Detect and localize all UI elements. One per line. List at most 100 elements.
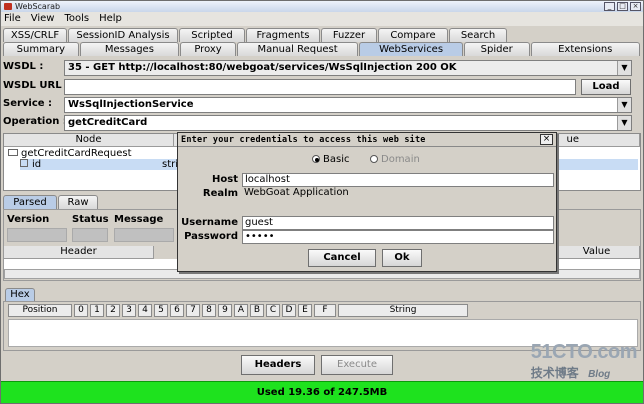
tree-row-request[interactable]: getCreditCardRequest xyxy=(8,148,132,159)
chevron-down-icon[interactable]: ▼ xyxy=(617,98,631,112)
service-select-value: WsSqlInjectionService xyxy=(68,99,194,110)
memory-status-bar: Used 19.36 of 247.5MB xyxy=(1,381,643,403)
tab-extensions[interactable]: Extensions xyxy=(530,42,640,56)
hex-col-2: 2 xyxy=(106,304,120,317)
tab-messages[interactable]: Messages xyxy=(79,42,180,56)
operation-select[interactable]: getCreditCard ▼ xyxy=(64,115,632,131)
message-label: Message xyxy=(114,214,164,225)
webscarab-window: WebScarab _ □ × File View Tools Help XSS… xyxy=(0,0,644,404)
close-icon[interactable]: × xyxy=(540,134,553,145)
credentials-dialog: Enter your credentials to access this we… xyxy=(177,132,557,272)
radio-selected-icon xyxy=(312,155,320,163)
hex-col-position: Position xyxy=(8,304,72,317)
tree-row-id-type: stri xyxy=(162,159,179,170)
minimize-button[interactable]: _ xyxy=(604,2,615,11)
execute-button[interactable]: Execute xyxy=(321,355,393,375)
tab-parsed[interactable]: Parsed xyxy=(3,195,57,209)
wsdl-url-input[interactable] xyxy=(64,79,576,95)
hex-col-f: F xyxy=(314,304,336,317)
tab-manual-request[interactable]: Manual Request xyxy=(236,42,359,56)
wsdl-url-label: WSDL URL : xyxy=(3,80,70,91)
tab-sessionid-analysis[interactable]: SessionID Analysis xyxy=(68,28,178,42)
app-icon xyxy=(4,3,12,10)
hex-col-c: C xyxy=(266,304,280,317)
tab-search[interactable]: Search xyxy=(449,28,507,42)
service-select[interactable]: WsSqlInjectionService ▼ xyxy=(64,97,632,113)
hex-col-e: E xyxy=(298,304,312,317)
version-field[interactable] xyxy=(7,228,67,242)
tab-proxy[interactable]: Proxy xyxy=(180,42,236,56)
tab-spider[interactable]: Spider xyxy=(463,42,530,56)
radio-domain[interactable]: Domain xyxy=(370,154,420,166)
menu-view[interactable]: View xyxy=(31,12,55,26)
hex-col-9: 9 xyxy=(218,304,232,317)
password-label: Password xyxy=(184,231,238,242)
chevron-down-icon[interactable]: ▼ xyxy=(617,116,631,130)
radio-basic-label: Basic xyxy=(323,154,350,165)
radio-unselected-icon xyxy=(370,155,378,163)
title-bar: WebScarab _ □ × xyxy=(1,1,643,12)
service-label: Service : xyxy=(3,98,53,109)
site-watermark: 51CTO.com 技术博客 Blog xyxy=(530,341,638,381)
menu-tools[interactable]: Tools xyxy=(64,12,89,26)
maximize-button[interactable]: □ xyxy=(617,2,628,11)
leaf-icon xyxy=(20,159,28,167)
window-title: WebScarab xyxy=(15,2,61,11)
hex-col-8: 8 xyxy=(202,304,216,317)
realm-label: Realm xyxy=(202,188,238,199)
hex-col-3: 3 xyxy=(122,304,136,317)
username-label: Username xyxy=(181,217,238,228)
hex-col-string: String xyxy=(338,304,468,317)
tab-fuzzer[interactable]: Fuzzer xyxy=(321,28,377,42)
status-field[interactable] xyxy=(72,228,108,242)
tab-hex[interactable]: Hex xyxy=(5,288,35,301)
response-subtabs: Parsed Raw xyxy=(3,195,99,209)
column-header-node[interactable]: Node xyxy=(4,134,174,147)
host-label: Host xyxy=(212,174,238,185)
hex-col-7: 7 xyxy=(186,304,200,317)
wsdl-label: WSDL : xyxy=(3,61,44,72)
hex-col-d: D xyxy=(282,304,296,317)
operation-label: Operation : xyxy=(3,116,67,127)
menu-file[interactable]: File xyxy=(4,12,21,26)
menu-help[interactable]: Help xyxy=(99,12,122,26)
tab-webservices[interactable]: WebServices xyxy=(359,42,463,56)
tab-fragments[interactable]: Fragments xyxy=(246,28,320,42)
tab-row-2: Summary Messages Proxy Manual Request We… xyxy=(3,42,641,56)
close-window-button[interactable]: × xyxy=(630,2,641,11)
version-label: Version xyxy=(7,214,50,225)
column-header-value-2[interactable]: Value xyxy=(554,246,640,259)
hex-col-1: 1 xyxy=(90,304,104,317)
cancel-button[interactable]: Cancel xyxy=(308,249,376,267)
watermark-blog: Blog xyxy=(588,369,611,380)
radio-domain-label: Domain xyxy=(381,154,420,165)
load-button[interactable]: Load xyxy=(581,79,631,95)
folder-icon xyxy=(8,149,18,156)
watermark-site: 51CTO.com xyxy=(530,341,638,363)
service-row: Service : WsSqlInjectionService ▼ xyxy=(1,96,643,114)
wsdl-select[interactable]: 35 - GET http://localhost:80/webgoat/ser… xyxy=(64,60,632,76)
password-field[interactable]: ••••• xyxy=(242,230,554,244)
wsdl-select-value: 35 - GET http://localhost:80/webgoat/ser… xyxy=(68,62,457,73)
ok-button[interactable]: Ok xyxy=(382,249,422,267)
watermark-sub: 技术博客 xyxy=(530,366,579,380)
dialog-title: Enter your credentials to access this we… xyxy=(178,133,556,147)
hex-col-6: 6 xyxy=(170,304,184,317)
hex-col-5: 5 xyxy=(154,304,168,317)
tab-compare[interactable]: Compare xyxy=(378,28,448,42)
tab-raw[interactable]: Raw xyxy=(58,195,98,209)
status-label: Status xyxy=(72,214,109,225)
host-field[interactable]: localhost xyxy=(242,173,554,187)
tab-summary[interactable]: Summary xyxy=(3,42,79,56)
headers-button[interactable]: Headers xyxy=(241,355,315,375)
username-field[interactable]: guest xyxy=(242,216,554,230)
hex-col-b: B xyxy=(250,304,264,317)
message-field[interactable] xyxy=(114,228,174,242)
chevron-down-icon[interactable]: ▼ xyxy=(617,61,631,75)
column-header-header[interactable]: Header xyxy=(4,246,154,259)
tab-xss-crlf[interactable]: XSS/CRLF xyxy=(3,28,67,42)
wsdl-url-row: WSDL URL : Load xyxy=(1,78,643,96)
hex-col-0: 0 xyxy=(74,304,88,317)
tab-scripted[interactable]: Scripted xyxy=(179,28,245,42)
radio-basic[interactable]: Basic xyxy=(312,154,349,166)
